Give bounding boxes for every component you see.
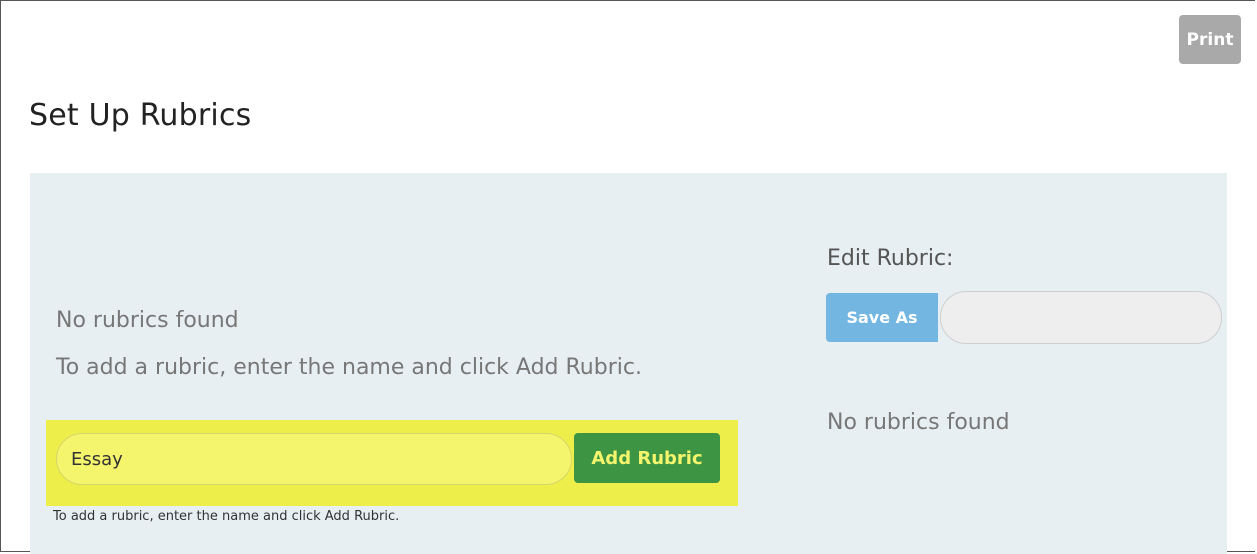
rubric-name-input[interactable] <box>56 433 572 485</box>
add-rubric-highlight: Add Rubric <box>46 420 738 506</box>
print-button[interactable]: Print <box>1179 15 1241 64</box>
no-rubrics-message: No rubrics found <box>56 308 239 333</box>
add-rubric-instructions: To add a rubric, enter the name and clic… <box>56 355 642 380</box>
save-as-input[interactable] <box>940 291 1222 344</box>
save-as-button[interactable]: Save As <box>826 293 938 342</box>
add-rubric-help-text: To add a rubric, enter the name and clic… <box>53 509 400 524</box>
page-title: Set Up Rubrics <box>29 98 252 133</box>
edit-rubric-label: Edit Rubric: <box>827 246 954 271</box>
add-rubric-button[interactable]: Add Rubric <box>574 433 720 483</box>
rubrics-panel: No rubrics found To add a rubric, enter … <box>30 173 1227 554</box>
edit-no-rubrics-message: No rubrics found <box>827 410 1010 435</box>
